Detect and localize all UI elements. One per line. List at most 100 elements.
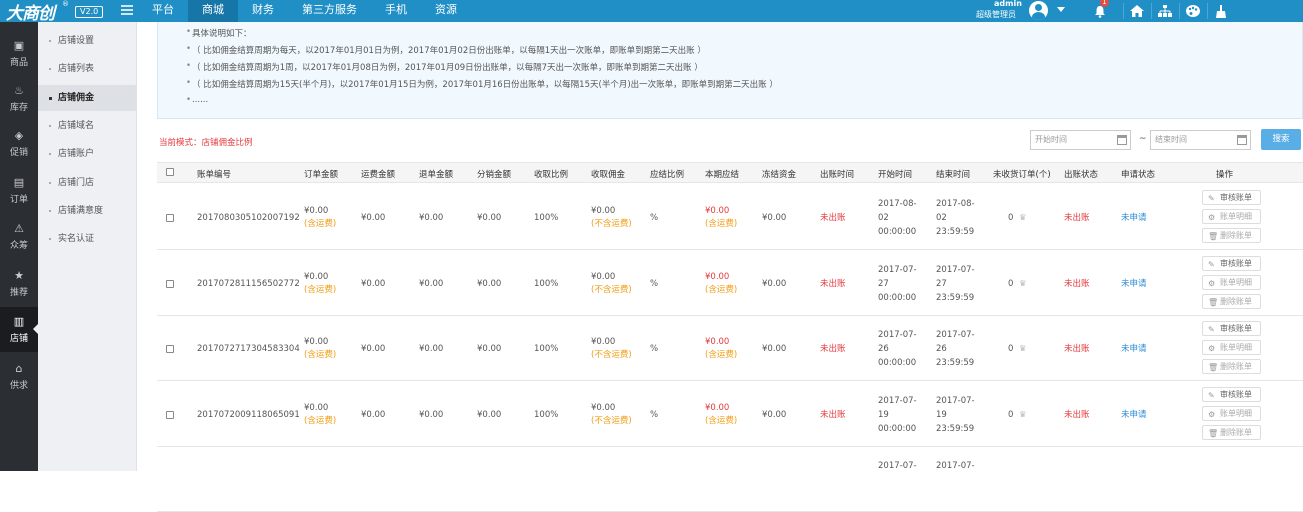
sidebar-item[interactable]: ◈ 促销 <box>0 121 38 166</box>
nav-item[interactable]: 资源 <box>421 0 471 22</box>
apply-status[interactable]: 未申请 <box>1121 212 1147 225</box>
settings-icon: ⚙ <box>1208 213 1216 222</box>
commission-note: (不含运费) <box>591 350 632 360</box>
sidebar-item-label: 店铺 <box>9 334 28 344</box>
logo[interactable]: 大商创 ® V2.0 <box>0 0 115 24</box>
submenu-item[interactable]: 店铺账户 <box>38 141 136 167</box>
calendar-icon[interactable] <box>1237 135 1247 145</box>
sidebar-item-label: 促销 <box>9 148 28 158</box>
sidebar-item[interactable]: ★ 推荐 <box>0 261 38 306</box>
home-icon[interactable] <box>1123 0 1151 22</box>
nav-item[interactable]: 平台 <box>138 0 188 22</box>
frozen-amount: ¥0.00 <box>762 278 787 289</box>
delete-bill-button[interactable]: 🗑 删除账单 <box>1202 424 1261 440</box>
star-icon: ★ <box>14 269 24 282</box>
review-bill-button[interactable]: ✎ 审核账单 <box>1202 190 1261 205</box>
date-separator: ~ <box>1139 134 1147 144</box>
row-checkbox[interactable] <box>166 279 174 288</box>
submenu-item[interactable]: 店铺门店 <box>38 170 136 196</box>
table-header: 账单编号 订单金额 运费金额 退单金额 分销金额 收取比例 收取佣金 应结比例 本期应结 冻结资金… <box>157 162 1303 183</box>
apply-status[interactable]: 未申请 <box>1121 409 1147 422</box>
edit-icon: ✎ <box>1208 194 1215 203</box>
main-content: 具体说明如下： （ 比如佣金结算周期为每天，以2017年01月01日为例，2017… <box>137 22 1303 512</box>
end-time: 23:59:59 <box>936 227 975 237</box>
refund-amount: ¥0.00 <box>419 409 444 420</box>
sidebar-item[interactable]: ▣ 商品 <box>0 31 38 76</box>
action-label: 删除账单 <box>1220 427 1252 437</box>
bill-status: 未出账 <box>1064 213 1090 223</box>
calendar-icon[interactable] <box>1117 135 1127 145</box>
apply-status[interactable]: 未申请 <box>1121 343 1147 356</box>
avatar[interactable] <box>1029 1 1048 20</box>
sidebar-item[interactable]: ⚠ 众筹 <box>0 214 38 259</box>
chevron-down-icon[interactable] <box>1057 7 1065 12</box>
nav-item[interactable]: 商城 <box>188 0 238 22</box>
search-button[interactable]: 搜索 <box>1261 129 1301 150</box>
submenu-item[interactable]: 店铺佣金 <box>38 84 136 111</box>
nav-item[interactable]: 手机 <box>371 0 421 22</box>
sitemap-icon[interactable] <box>1151 0 1179 22</box>
nav-item[interactable]: 财务 <box>238 0 288 22</box>
end-time: 23:59:59 <box>936 423 975 434</box>
submenu-item[interactable]: 店铺域名 <box>38 113 136 139</box>
settings-icon: ⚙ <box>1208 409 1216 419</box>
palette-icon[interactable] <box>1179 0 1207 22</box>
settle-rate: % <box>650 213 659 223</box>
row-checkbox[interactable] <box>166 345 174 353</box>
column-header: 结束时间 <box>936 170 971 180</box>
delete-bill-button[interactable]: 🗑 删除账单 <box>1202 359 1261 374</box>
end-date-input[interactable]: 结束时间 <box>1150 130 1251 150</box>
order-amount: ¥0.00 <box>304 402 329 413</box>
commission-note: (不含运费) <box>591 219 632 229</box>
bell-icon[interactable]: 1 <box>1086 0 1114 22</box>
top-bar: 大商创 ® V2.0 平台 商城 财务 第三方服务 手机 资源 admin 超级管理员 1 <box>0 0 1303 24</box>
review-bill-button[interactable]: ✎ 审核账单 <box>1202 321 1261 336</box>
settings-icon: ⚙ <box>1208 278 1216 288</box>
sidebar-item[interactable]: ▥ 店铺 <box>0 307 38 352</box>
start-date-input[interactable]: 开始时间 <box>1030 130 1131 150</box>
review-bill-button[interactable]: ✎ 审核账单 <box>1202 255 1261 271</box>
select-all-checkbox[interactable] <box>166 168 174 176</box>
column-header: 运费金额 <box>361 170 396 180</box>
action-label: 账单明细 <box>1220 408 1252 418</box>
end-time: 27 <box>936 278 947 289</box>
bill-detail-button[interactable]: ⚙ 账单明细 <box>1202 274 1261 290</box>
end-time: 02 <box>936 213 947 223</box>
row-checkbox[interactable] <box>166 214 174 222</box>
sidebar-item[interactable]: ♨ 库存 <box>0 76 38 121</box>
note-line: （ 比如佣金结算周期为15天(半个月)，以2017年01月15日为例，2017年… <box>186 78 778 90</box>
commission-amount: ¥0.00 <box>591 337 616 347</box>
payable-note: (含运费) <box>705 415 738 426</box>
column-header: 操作 <box>1216 170 1234 180</box>
note-line: 具体说明如下： <box>186 27 251 39</box>
apply-status[interactable]: 未申请 <box>1121 278 1147 291</box>
payable-note: (含运费) <box>705 350 738 360</box>
sidebar-item[interactable]: ⌂ 供求 <box>0 354 38 399</box>
end-time: 2017-08- <box>936 199 975 209</box>
bill-detail-button[interactable]: ⚙ 账单明细 <box>1202 209 1261 224</box>
review-bill-button[interactable]: ✎ 审核账单 <box>1202 386 1261 402</box>
menu-toggle-icon[interactable] <box>121 5 133 17</box>
nav-item[interactable]: 第三方服务 <box>288 0 371 22</box>
delete-bill-button[interactable]: 🗑 删除账单 <box>1202 228 1261 243</box>
edit-icon: ✎ <box>1208 325 1215 334</box>
submenu-item[interactable]: 实名认证 <box>38 226 136 252</box>
commission-amount: ¥0.00 <box>591 271 616 282</box>
sidebar-item[interactable]: ▤ 订单 <box>0 168 38 213</box>
row-checkbox[interactable] <box>166 410 174 419</box>
settle-rate: % <box>650 409 659 420</box>
start-time: 00:00:00 <box>878 423 917 434</box>
payable-amount: ¥0.00 <box>705 206 730 216</box>
broom-icon[interactable] <box>1207 0 1235 22</box>
store-icon: ▥ <box>13 315 25 328</box>
trash-icon: 🗑 <box>1208 297 1219 307</box>
logo-registered-mark: ® <box>62 0 69 8</box>
refund-amount: ¥0.00 <box>419 213 444 223</box>
column-header: 开始时间 <box>878 170 913 180</box>
delete-bill-button[interactable]: 🗑 删除账单 <box>1202 293 1261 309</box>
submenu-item[interactable]: 店铺满意度 <box>38 198 136 224</box>
submenu-item[interactable]: 店铺设置 <box>38 28 136 54</box>
bill-detail-button[interactable]: ⚙ 账单明细 <box>1202 340 1261 355</box>
bill-detail-button[interactable]: ⚙ 账单明细 <box>1202 405 1261 421</box>
submenu-item[interactable]: 店铺列表 <box>38 56 136 82</box>
